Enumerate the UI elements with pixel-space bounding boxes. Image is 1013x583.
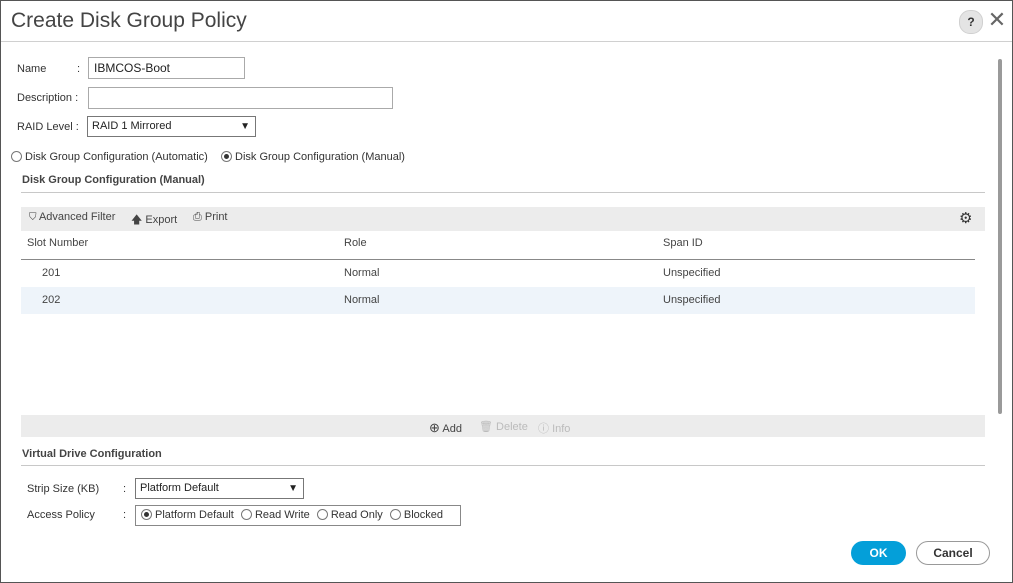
access-option-read-only[interactable]: Read Only (316, 509, 383, 521)
section-divider (21, 465, 985, 466)
title-divider (1, 41, 1012, 42)
dropdown-arrow-icon: ▼ (288, 483, 298, 494)
advanced-filter-label: Advanced Filter (38, 211, 116, 223)
add-label: Add (442, 423, 462, 435)
export-icon: 🡅 (131, 214, 143, 226)
close-icon[interactable]: ✕ (987, 9, 1007, 31)
name-label: Name (17, 63, 47, 75)
info-button[interactable]: ⓘ Info (538, 420, 570, 436)
create-disk-group-policy-dialog: Create Disk Group Policy ? ✕ Name : IBMC… (0, 0, 1013, 583)
info-label: Info (552, 423, 571, 435)
access-option-blocked[interactable]: Blocked (389, 509, 444, 521)
plus-circle-icon: ⊕ (429, 420, 440, 435)
access-option-read-write[interactable]: Read Write (240, 509, 310, 521)
ok-button[interactable]: OK (851, 541, 906, 565)
config-manual-label: Disk Group Configuration (Manual) (235, 151, 405, 163)
radio-manual-icon[interactable] (221, 151, 232, 162)
radio-read-only-icon[interactable] (316, 509, 328, 520)
access-option-label: Read Only (330, 509, 383, 521)
access-option-label: Read Write (254, 509, 310, 521)
description-input[interactable] (88, 87, 393, 109)
delete-button[interactable]: 🗑 Delete (479, 420, 528, 433)
add-button[interactable]: ⊕ Add (429, 420, 462, 436)
disk-group-section-title: Disk Group Configuration (Manual) (22, 174, 205, 186)
cell-span-id: Unspecified (663, 294, 721, 306)
config-automatic-label: Disk Group Configuration (Automatic) (25, 151, 208, 163)
radio-platform-default-icon[interactable] (141, 509, 152, 520)
settings-gear-icon[interactable]: ⚙ (959, 209, 972, 227)
radio-read-write-icon[interactable] (240, 509, 252, 520)
cell-role: Normal (344, 267, 380, 279)
help-button[interactable]: ? (959, 10, 983, 34)
cell-span-id: Unspecified (663, 267, 721, 279)
table-action-bar: ⊕ Add 🗑 Delete ⓘ Info (21, 415, 985, 437)
strip-size-label: Strip Size (KB) (27, 483, 100, 495)
filter-icon: ⛉ (29, 212, 37, 223)
strip-size-colon: : (123, 483, 127, 495)
column-header-slot-number[interactable]: Slot Number (27, 237, 88, 249)
cell-slot-number: 202 (42, 294, 61, 306)
access-policy-colon: : (123, 509, 127, 521)
vertical-scrollbar[interactable] (998, 59, 1002, 414)
radio-blocked-icon[interactable] (389, 509, 401, 520)
raid-level-label: RAID Level : (17, 121, 79, 133)
table-toolbar: ⛉ Advanced Filter 🡅 Export ⎙ Print ⚙ (21, 207, 985, 231)
section-divider (21, 192, 985, 193)
cell-slot-number: 201 (42, 267, 61, 279)
print-label: Print (204, 211, 228, 223)
info-icon: ⓘ (538, 423, 549, 435)
raid-level-select[interactable]: RAID 1 Mirrored ▼ (87, 116, 256, 137)
strip-size-value: Platform Default (140, 482, 219, 494)
radio-automatic-icon[interactable] (11, 151, 22, 162)
dialog-title: Create Disk Group Policy (11, 9, 247, 32)
column-header-role[interactable]: Role (344, 237, 367, 249)
config-manual-option[interactable]: Disk Group Configuration (Manual) (221, 151, 405, 163)
export-button[interactable]: 🡅 Export (131, 211, 177, 230)
delete-label: Delete (496, 421, 528, 433)
raid-level-value: RAID 1 Mirrored (92, 120, 172, 132)
advanced-filter-button[interactable]: ⛉ Advanced Filter (29, 211, 115, 223)
name-input[interactable]: IBMCOS-Boot (88, 57, 245, 79)
description-label: Description : (17, 92, 79, 104)
table-row[interactable]: 202 Normal Unspecified (21, 287, 975, 314)
access-option-platform-default[interactable]: Platform Default (141, 509, 234, 521)
name-colon: : (77, 63, 81, 75)
access-option-label: Blocked (403, 509, 444, 521)
dropdown-arrow-icon: ▼ (240, 121, 250, 132)
print-button[interactable]: ⎙ Print (193, 211, 228, 224)
access-policy-radio-group: Platform Default Read Write Read Only Bl… (135, 505, 461, 526)
column-header-span-id[interactable]: Span ID (663, 237, 703, 249)
strip-size-select[interactable]: Platform Default ▼ (135, 478, 304, 499)
config-automatic-option[interactable]: Disk Group Configuration (Automatic) (11, 151, 208, 163)
print-icon: ⎙ (193, 211, 202, 223)
cell-role: Normal (344, 294, 380, 306)
export-label: Export (145, 214, 178, 226)
access-policy-label: Access Policy (27, 509, 95, 521)
virtual-drive-section-title: Virtual Drive Configuration (22, 448, 162, 460)
cancel-button[interactable]: Cancel (916, 541, 990, 565)
trash-icon: 🗑 (479, 421, 493, 433)
table-row[interactable]: 201 Normal Unspecified (21, 260, 975, 287)
access-option-label: Platform Default (155, 509, 234, 521)
